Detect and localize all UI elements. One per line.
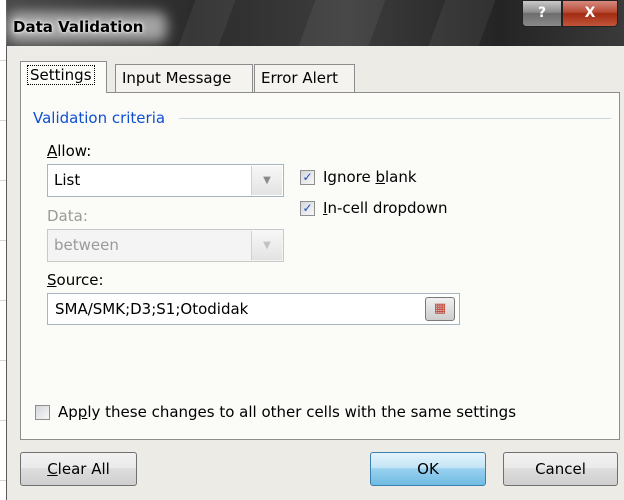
allow-mnemonic: A	[47, 142, 58, 160]
data-validation-dialog: Data Validation ? X Settings Input Messa…	[6, 0, 624, 500]
settings-panel	[20, 92, 620, 440]
tab-error-alert-label: Error Alert	[261, 69, 339, 87]
allow-select[interactable]: List ▼	[47, 164, 284, 197]
window-title: Data Validation	[13, 18, 144, 36]
data-select: between ▼	[47, 229, 284, 262]
collapse-dialog-icon[interactable]: ▦	[425, 297, 455, 321]
clear-all-button[interactable]: Clear All	[20, 452, 137, 486]
ignore-blank-label: Ignore blank	[323, 168, 417, 186]
data-select-value: between	[54, 236, 119, 254]
in-cell-dropdown-checkbox[interactable]: ✓ In-cell dropdown	[300, 199, 447, 217]
in-cell-dropdown-label: In-cell dropdown	[323, 199, 448, 217]
cancel-button[interactable]: Cancel	[503, 452, 618, 486]
group-divider	[179, 118, 611, 119]
source-label: Source:	[47, 271, 104, 289]
close-button[interactable]: X	[562, 0, 618, 27]
tab-settings-label: Settings	[27, 65, 95, 85]
tab-settings[interactable]: Settings	[20, 61, 107, 93]
tab-input-message-label: Input Message	[122, 69, 232, 87]
data-label: Data:	[47, 207, 88, 225]
title-bar-decoration	[428, 0, 496, 46]
chevron-down-icon: ▼	[251, 231, 282, 260]
title-bar-decoration	[298, 0, 386, 46]
checkbox-checked-icon[interactable]: ✓	[300, 169, 315, 185]
help-button[interactable]: ?	[522, 0, 562, 27]
tab-input-message[interactable]: Input Message	[115, 64, 253, 92]
apply-all-label: Apply these changes to all other cells w…	[58, 403, 517, 421]
validation-criteria-label: Validation criteria	[33, 109, 166, 127]
allow-select-value: List	[54, 171, 81, 189]
title-bar-decoration	[178, 0, 236, 46]
ignore-blank-checkbox[interactable]: ✓ Ignore blank	[300, 168, 417, 186]
allow-label: Allow:	[47, 142, 92, 160]
title-bar[interactable]: Data Validation ? X	[7, 0, 624, 46]
apply-all-checkbox[interactable]: Apply these changes to all other cells w…	[35, 403, 516, 421]
source-input-value: SMA/SMK;D3;S1;Otodidak	[55, 300, 249, 318]
source-input[interactable]: SMA/SMK;D3;S1;Otodidak ▦	[47, 293, 460, 325]
tab-error-alert[interactable]: Error Alert	[254, 64, 355, 92]
ok-button[interactable]: OK	[370, 452, 486, 486]
checkbox-checked-icon[interactable]: ✓	[300, 200, 315, 216]
checkbox-unchecked-icon[interactable]	[35, 404, 50, 420]
chevron-down-icon[interactable]: ▼	[251, 166, 282, 195]
